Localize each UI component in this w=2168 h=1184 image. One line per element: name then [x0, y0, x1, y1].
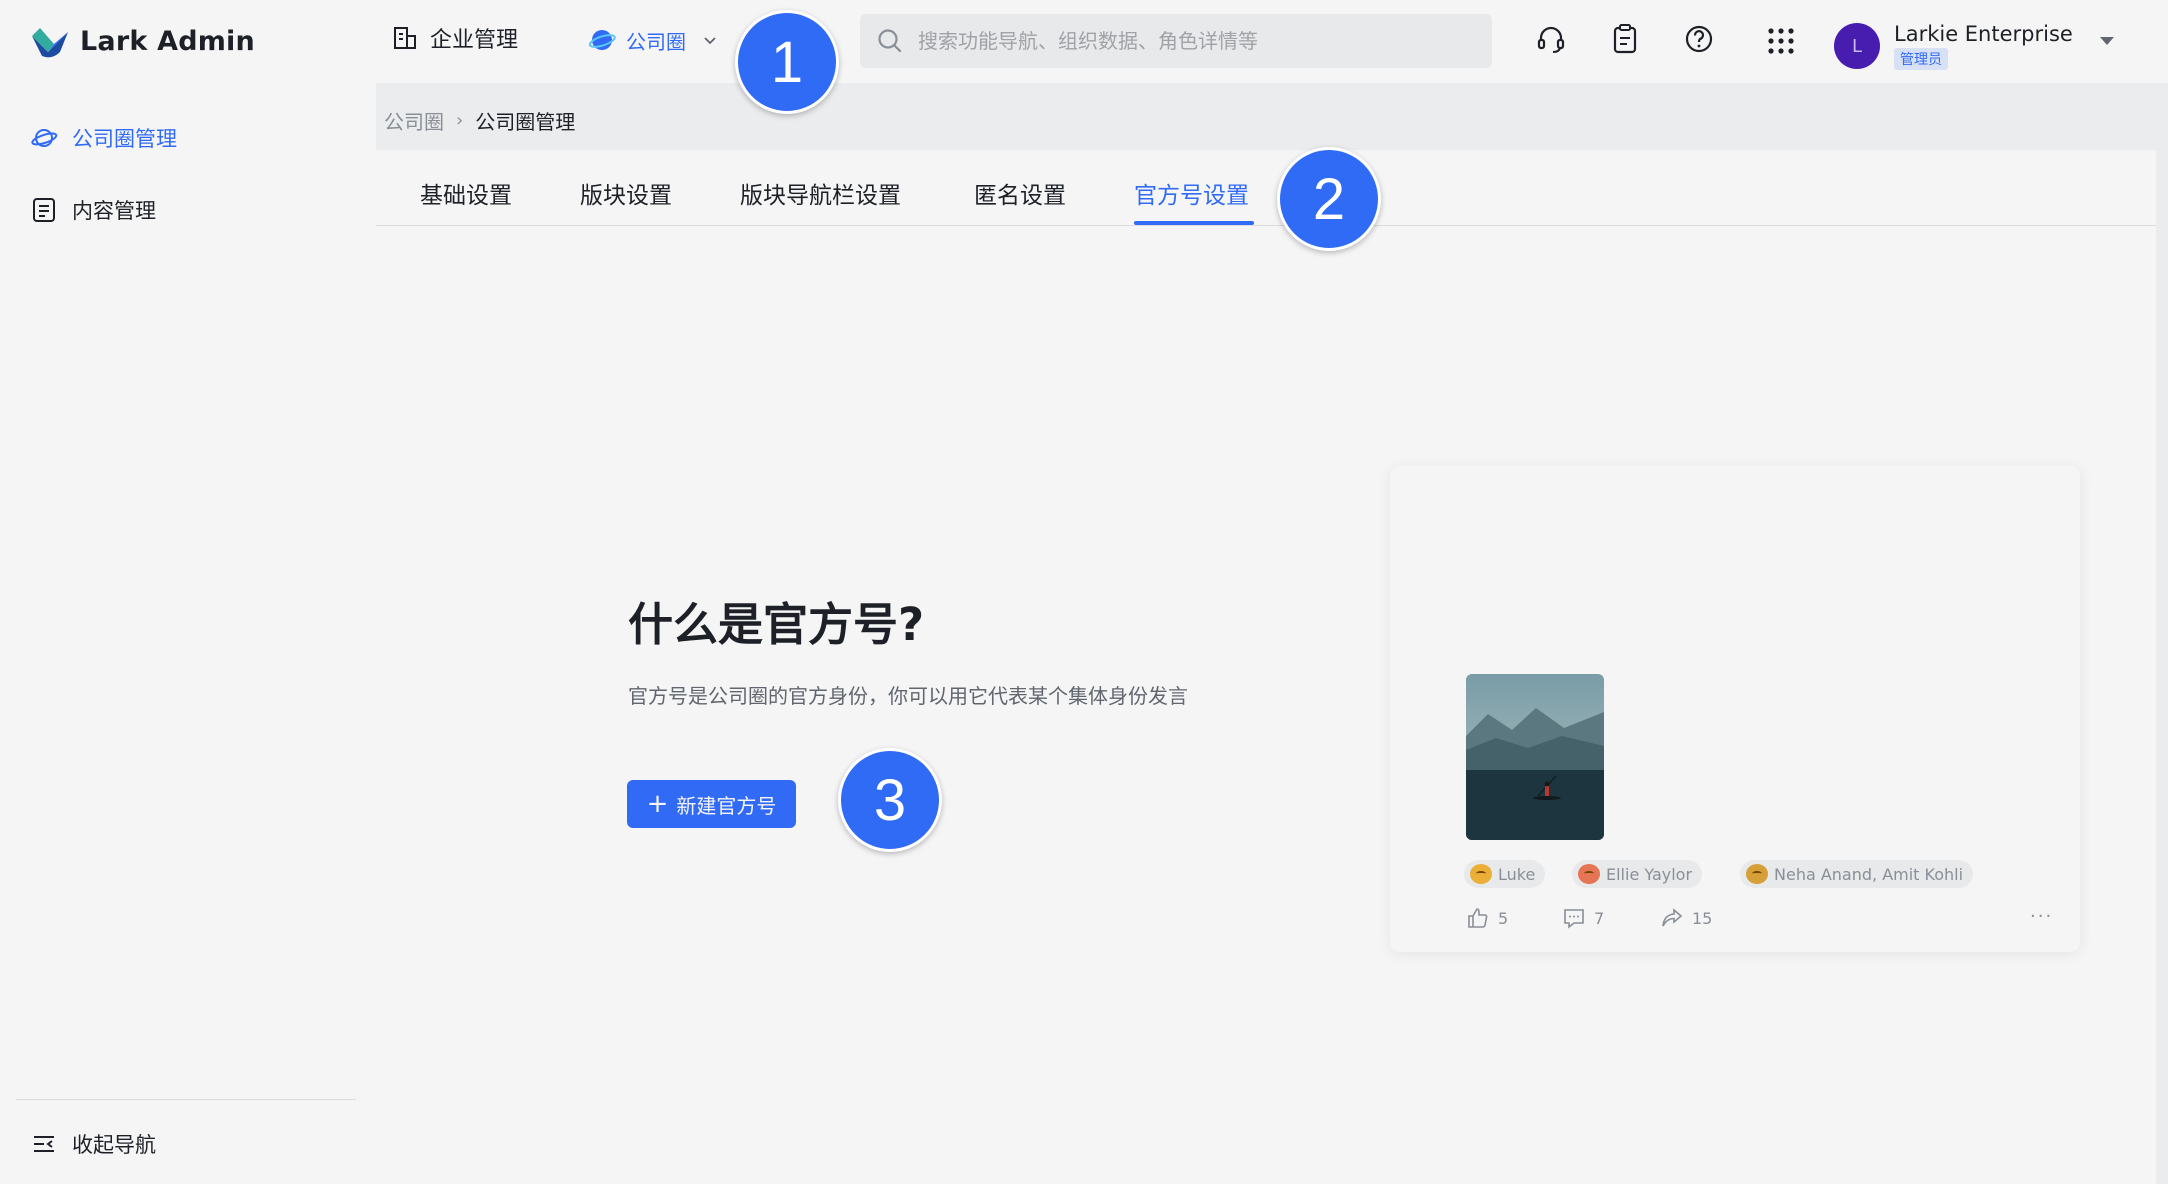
tab-official-account-settings[interactable]: 官方号设置 [1134, 176, 1249, 210]
comment-stat: 7 [1562, 906, 1604, 930]
preview-photo [1466, 674, 1604, 840]
plus-icon: + [646, 789, 669, 819]
collapse-icon [34, 1136, 54, 1152]
step-marker-2: 2 [1277, 147, 1381, 251]
avatar: L [1834, 23, 1880, 69]
app-logo[interactable]: Lark Admin [30, 22, 255, 60]
planet-icon [588, 30, 616, 50]
comment-count: 7 [1594, 908, 1605, 928]
more-options-icon[interactable]: ··· [2030, 906, 2053, 927]
search-icon [878, 29, 902, 53]
page-title: 什么是官方号? [628, 598, 925, 651]
user-name: Larkie Enterprise [1894, 22, 2073, 46]
collapse-nav-button[interactable]: 收起导航 [30, 1129, 156, 1159]
chevron-down-icon [704, 37, 716, 45]
tab-anonymous-settings[interactable]: 匿名设置 [974, 176, 1066, 210]
support-button[interactable] [1534, 22, 1568, 56]
clipboard-icon [1613, 24, 1637, 54]
tab-basic-settings[interactable]: 基础设置 [420, 176, 512, 210]
breadcrumb-separator: › [456, 110, 464, 131]
share-stat: 15 [1660, 906, 1712, 930]
share-icon [1662, 908, 1683, 927]
reaction-chip: Luke [1464, 860, 1546, 888]
headset-icon [1537, 26, 1565, 53]
user-menu[interactable]: L Larkie Enterprise 管理员 [1834, 22, 2073, 70]
tasks-button[interactable] [1608, 22, 1642, 56]
emoji-icon [1746, 864, 1768, 884]
thumbs-up-icon [1468, 908, 1488, 928]
breadcrumb-current: 公司圈管理 [475, 110, 576, 134]
help-button[interactable] [1682, 22, 1716, 56]
product-switcher[interactable]: 公司圈 [556, 16, 756, 64]
reaction-names: Ellie Yaylor [1606, 864, 1693, 884]
emoji-icon [1470, 864, 1492, 884]
search-input[interactable] [918, 29, 1478, 53]
active-tab-indicator [1134, 221, 1254, 225]
sidebar-item-label: 公司圈管理 [72, 127, 177, 151]
document-icon [33, 198, 55, 222]
tab-section-navbar-settings[interactable]: 版块导航栏设置 [740, 176, 901, 210]
global-search[interactable] [860, 14, 1492, 68]
emoji-icon [1578, 864, 1600, 884]
share-count: 15 [1692, 908, 1713, 928]
sidebar-item-label: 内容管理 [72, 199, 156, 223]
comment-icon [1564, 909, 1584, 929]
building-icon [394, 27, 416, 49]
step-marker-3: 3 [838, 748, 942, 852]
new-official-account-button[interactable]: + 新建官方号 [627, 780, 796, 828]
page-description: 官方号是公司圈的官方身份，你可以用它代表某个集体身份发言 [628, 684, 1188, 708]
reaction-names: Luke [1498, 864, 1536, 884]
breadcrumb-root[interactable]: 公司圈 [384, 106, 444, 135]
reaction-chip: Neha Anand, Amit Kohli [1740, 860, 1974, 888]
sidebar-item-moments-management[interactable]: 公司圈管理 [30, 123, 177, 153]
caret-down-icon[interactable] [2098, 34, 2116, 48]
help-icon [1685, 25, 1713, 53]
product-switcher-label: 公司圈 [626, 29, 686, 54]
app-name: Lark Admin [80, 25, 255, 57]
nav-enterprise-management[interactable]: 企业管理 [392, 22, 518, 54]
reaction-chip: Ellie Yaylor [1572, 860, 1703, 888]
user-info: Larkie Enterprise 管理员 [1894, 22, 2073, 70]
sidebar: 公司圈管理 内容管理 收起导航 [0, 83, 376, 1184]
new-official-account-label: 新建官方号 [676, 793, 777, 818]
top-utility-icons [1534, 22, 1716, 56]
collapse-nav-label: 收起导航 [72, 1133, 156, 1157]
tab-section-settings[interactable]: 版块设置 [580, 176, 672, 210]
planet-outline-icon [31, 129, 58, 147]
sidebar-item-content-management[interactable]: 内容管理 [30, 195, 156, 225]
app-grid-icon[interactable] [1766, 26, 1796, 56]
top-bar: Lark Admin 企业管理 公司圈 搜索功能导航、组织数据、角色详情等 L … [0, 0, 2168, 83]
like-count: 5 [1498, 908, 1509, 928]
lark-logo-icon [32, 28, 68, 58]
reaction-names: Neha Anand, Amit Kohli [1774, 864, 1964, 884]
user-role-badge: 管理员 [1894, 48, 1948, 70]
step-marker-1: 1 [735, 10, 839, 114]
sidebar-divider [16, 1099, 356, 1100]
like-stat: 5 [1466, 906, 1508, 930]
breadcrumb: 公司圈 › 公司圈管理 [384, 106, 575, 135]
kayak-lake-image [1466, 674, 1604, 840]
nav-enterprise-label: 企业管理 [430, 28, 519, 53]
